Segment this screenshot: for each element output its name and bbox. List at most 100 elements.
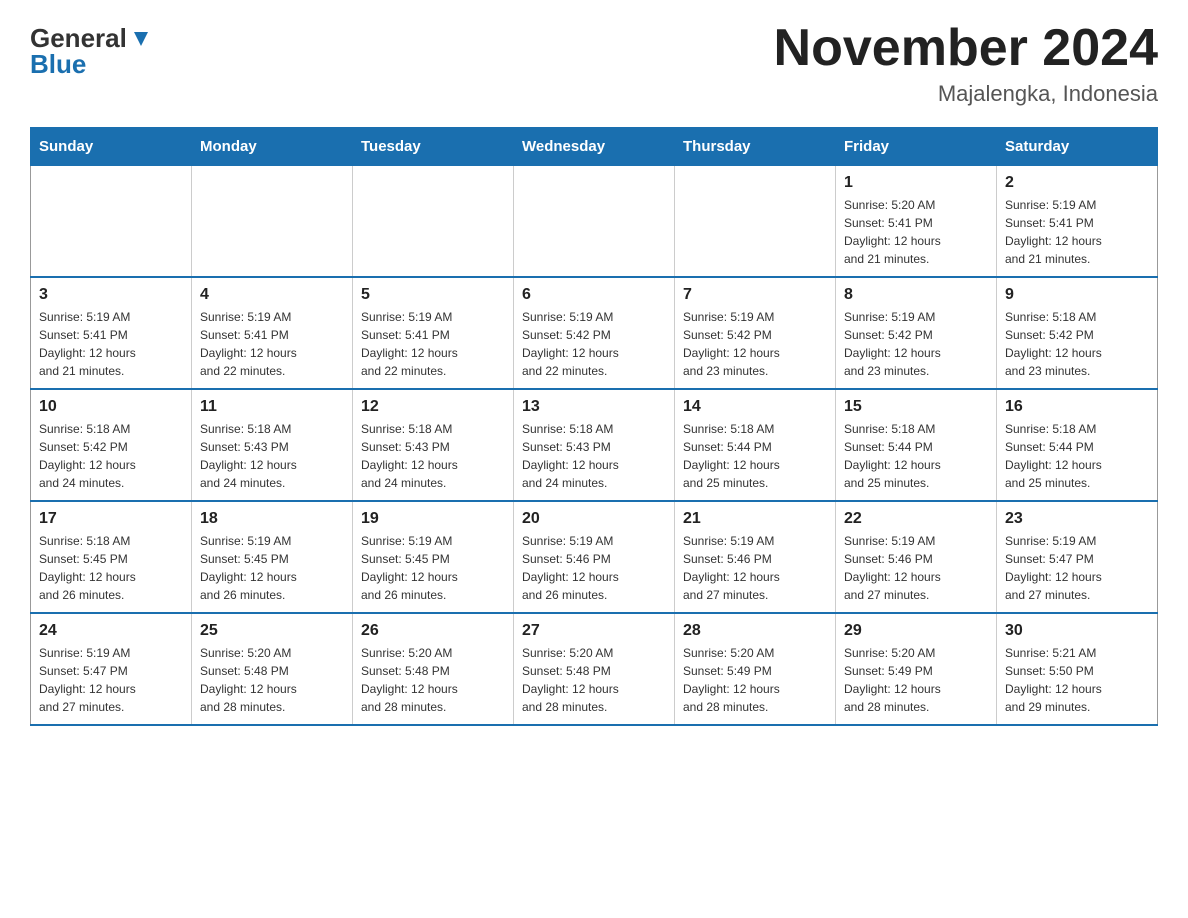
calendar-cell: 13Sunrise: 5:18 AM Sunset: 5:43 PM Dayli… [514,389,675,501]
day-number: 1 [844,174,988,192]
day-info: Sunrise: 5:18 AM Sunset: 5:43 PM Dayligh… [522,420,666,492]
day-info: Sunrise: 5:20 AM Sunset: 5:41 PM Dayligh… [844,196,988,268]
calendar-cell: 18 Sunrise: 5:19 AM Sunset: 5:45 PM Dayli… [192,501,353,613]
calendar-cell: 12Sunrise: 5:18 AM Sunset: 5:43 PM Dayli… [353,389,514,501]
day-info: Sunrise: 5:19 AM Sunset: 5:41 PM Dayligh… [1005,196,1149,268]
calendar-cell: 8Sunrise: 5:19 AM Sunset: 5:42 PM Daylig… [836,277,997,389]
calendar-cell: 27 Sunrise: 5:20 AM Sunset: 5:48 PM Dayli… [514,613,675,725]
day-number: 2 [1005,174,1149,192]
day-number: 10 [39,398,183,416]
calendar-week-row: 17Sunrise: 5:18 AM Sunset: 5:45 PM Dayli… [31,501,1158,613]
calendar-cell: 26 Sunrise: 5:20 AM Sunset: 5:48 PM Dayli… [353,613,514,725]
calendar-cell: 16Sunrise: 5:18 AM Sunset: 5:44 PM Dayli… [997,389,1158,501]
calendar-cell: 22 Sunrise: 5:19 AM Sunset: 5:46 PM Dayli… [836,501,997,613]
day-number: 20 [522,510,666,528]
day-number: 9 [1005,286,1149,304]
day-info: Sunrise: 5:18 AM Sunset: 5:44 PM Dayligh… [844,420,988,492]
day-number: 28 [683,622,827,640]
calendar-cell: 7 Sunrise: 5:19 AM Sunset: 5:42 PM Daylig… [675,277,836,389]
day-info: Sunrise: 5:20 AM Sunset: 5:49 PM Dayligh… [844,644,988,716]
day-info: Sunrise: 5:18 AM Sunset: 5:43 PM Dayligh… [361,420,505,492]
calendar-week-row: 3Sunrise: 5:19 AM Sunset: 5:41 PM Daylig… [31,277,1158,389]
day-number: 18 [200,510,344,528]
day-number: 11 [200,398,344,416]
day-number: 25 [200,622,344,640]
day-number: 24 [39,622,183,640]
calendar-cell: 1 Sunrise: 5:20 AM Sunset: 5:41 PM Daylig… [836,166,997,278]
weekday-header-thursday: Thursday [675,128,836,166]
day-number: 30 [1005,622,1149,640]
calendar-week-row: 24 Sunrise: 5:19 AM Sunset: 5:47 PM Dayli… [31,613,1158,725]
calendar-cell [353,166,514,278]
day-info: Sunrise: 5:19 AM Sunset: 5:45 PM Dayligh… [200,532,344,604]
calendar-cell: 5 Sunrise: 5:19 AM Sunset: 5:41 PM Daylig… [353,277,514,389]
page-header: General Blue November 2024 Majalengka, I… [30,20,1158,107]
day-info: Sunrise: 5:19 AM Sunset: 5:42 PM Dayligh… [844,308,988,380]
calendar-cell: 14 Sunrise: 5:18 AM Sunset: 5:44 PM Dayli… [675,389,836,501]
day-number: 22 [844,510,988,528]
weekday-header-row: SundayMondayTuesdayWednesdayThursdayFrid… [31,128,1158,166]
logo-blue-text: Blue [30,51,86,77]
weekday-header-tuesday: Tuesday [353,128,514,166]
weekday-header-friday: Friday [836,128,997,166]
calendar-cell: 25 Sunrise: 5:20 AM Sunset: 5:48 PM Dayli… [192,613,353,725]
day-info: Sunrise: 5:19 AM Sunset: 5:41 PM Dayligh… [39,308,183,380]
logo: General Blue [30,20,152,77]
day-info: Sunrise: 5:20 AM Sunset: 5:48 PM Dayligh… [522,644,666,716]
day-number: 27 [522,622,666,640]
day-number: 15 [844,398,988,416]
calendar-cell: 24 Sunrise: 5:19 AM Sunset: 5:47 PM Dayli… [31,613,192,725]
calendar-cell: 19 Sunrise: 5:19 AM Sunset: 5:45 PM Dayli… [353,501,514,613]
calendar-cell: 4 Sunrise: 5:19 AM Sunset: 5:41 PM Daylig… [192,277,353,389]
day-info: Sunrise: 5:20 AM Sunset: 5:48 PM Dayligh… [200,644,344,716]
calendar-cell: 20 Sunrise: 5:19 AM Sunset: 5:46 PM Dayli… [514,501,675,613]
weekday-header-wednesday: Wednesday [514,128,675,166]
day-number: 23 [1005,510,1149,528]
weekday-header-monday: Monday [192,128,353,166]
day-number: 4 [200,286,344,304]
location-subtitle: Majalengka, Indonesia [774,81,1158,107]
day-info: Sunrise: 5:19 AM Sunset: 5:41 PM Dayligh… [200,308,344,380]
calendar-cell: 29Sunrise: 5:20 AM Sunset: 5:49 PM Dayli… [836,613,997,725]
weekday-header-sunday: Sunday [31,128,192,166]
day-info: Sunrise: 5:19 AM Sunset: 5:42 PM Dayligh… [522,308,666,380]
day-number: 6 [522,286,666,304]
day-info: Sunrise: 5:18 AM Sunset: 5:45 PM Dayligh… [39,532,183,604]
calendar-cell [675,166,836,278]
day-info: Sunrise: 5:19 AM Sunset: 5:47 PM Dayligh… [1005,532,1149,604]
day-info: Sunrise: 5:19 AM Sunset: 5:46 PM Dayligh… [844,532,988,604]
calendar-cell: 15 Sunrise: 5:18 AM Sunset: 5:44 PM Dayli… [836,389,997,501]
weekday-header-saturday: Saturday [997,128,1158,166]
calendar-table: SundayMondayTuesdayWednesdayThursdayFrid… [30,127,1158,726]
day-info: Sunrise: 5:19 AM Sunset: 5:47 PM Dayligh… [39,644,183,716]
day-info: Sunrise: 5:18 AM Sunset: 5:44 PM Dayligh… [1005,420,1149,492]
day-info: Sunrise: 5:19 AM Sunset: 5:41 PM Dayligh… [361,308,505,380]
day-number: 26 [361,622,505,640]
day-info: Sunrise: 5:19 AM Sunset: 5:46 PM Dayligh… [683,532,827,604]
day-info: Sunrise: 5:18 AM Sunset: 5:42 PM Dayligh… [39,420,183,492]
day-info: Sunrise: 5:19 AM Sunset: 5:42 PM Dayligh… [683,308,827,380]
day-number: 19 [361,510,505,528]
calendar-cell: 23 Sunrise: 5:19 AM Sunset: 5:47 PM Dayli… [997,501,1158,613]
day-info: Sunrise: 5:19 AM Sunset: 5:45 PM Dayligh… [361,532,505,604]
calendar-cell: 10 Sunrise: 5:18 AM Sunset: 5:42 PM Dayli… [31,389,192,501]
calendar-cell [514,166,675,278]
calendar-cell: 17Sunrise: 5:18 AM Sunset: 5:45 PM Dayli… [31,501,192,613]
day-info: Sunrise: 5:18 AM Sunset: 5:44 PM Dayligh… [683,420,827,492]
calendar-cell: 6 Sunrise: 5:19 AM Sunset: 5:42 PM Daylig… [514,277,675,389]
month-title: November 2024 [774,20,1158,77]
day-info: Sunrise: 5:19 AM Sunset: 5:46 PM Dayligh… [522,532,666,604]
day-number: 7 [683,286,827,304]
day-info: Sunrise: 5:18 AM Sunset: 5:42 PM Dayligh… [1005,308,1149,380]
calendar-cell: 30 Sunrise: 5:21 AM Sunset: 5:50 PM Dayli… [997,613,1158,725]
logo-triangle-icon [130,28,152,50]
day-number: 5 [361,286,505,304]
day-number: 21 [683,510,827,528]
day-info: Sunrise: 5:21 AM Sunset: 5:50 PM Dayligh… [1005,644,1149,716]
day-number: 14 [683,398,827,416]
day-info: Sunrise: 5:20 AM Sunset: 5:48 PM Dayligh… [361,644,505,716]
calendar-cell: 2 Sunrise: 5:19 AM Sunset: 5:41 PM Daylig… [997,166,1158,278]
calendar-cell: 21 Sunrise: 5:19 AM Sunset: 5:46 PM Dayli… [675,501,836,613]
calendar-cell [192,166,353,278]
logo-general-text: General [30,25,127,51]
